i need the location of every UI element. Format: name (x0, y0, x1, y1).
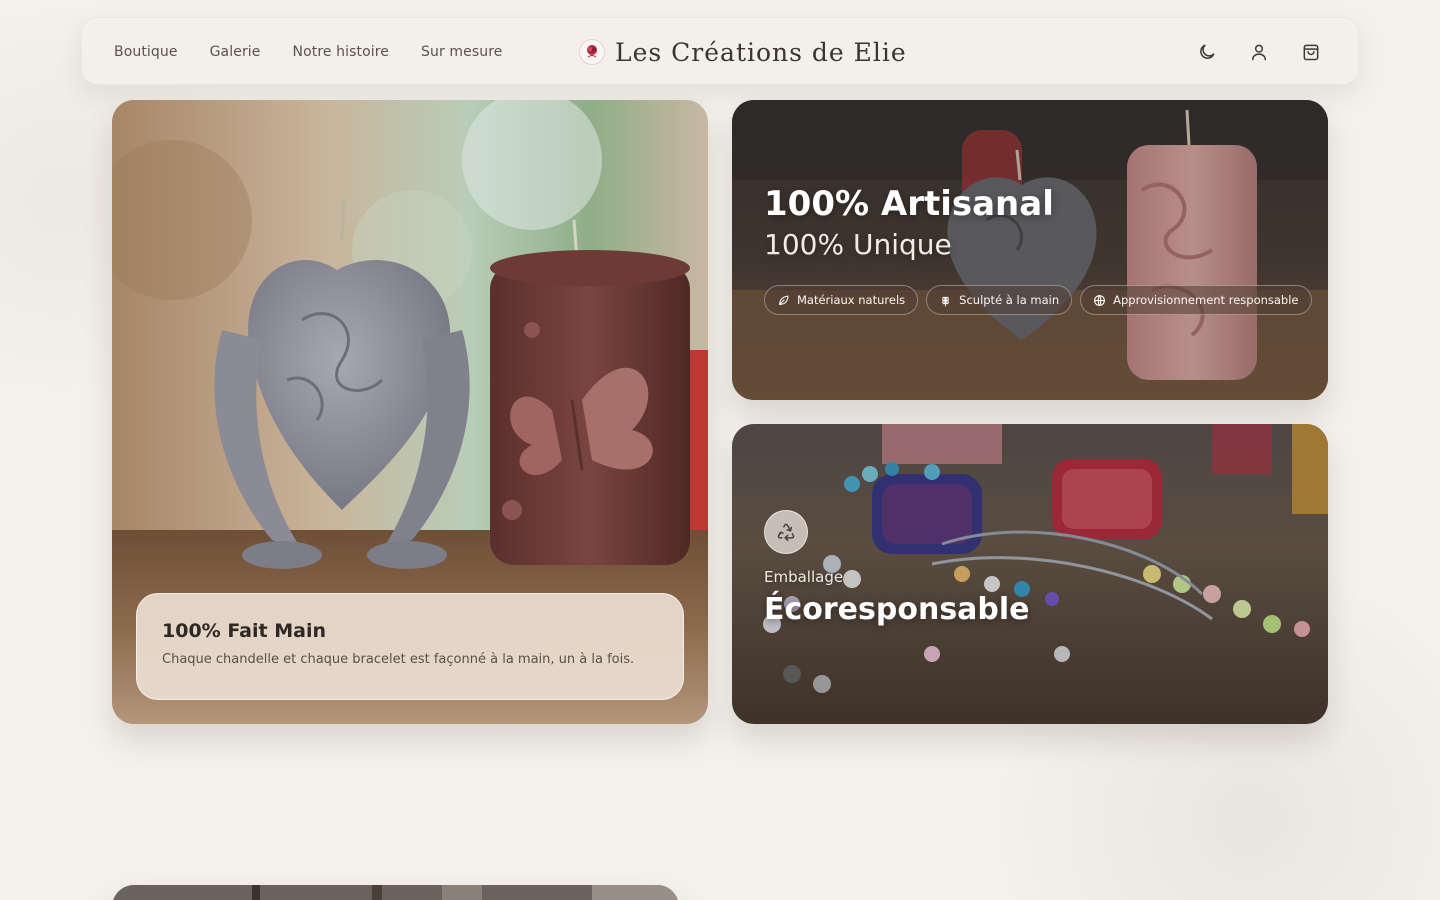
globe-icon (1094, 294, 1106, 306)
brand-logo-icon (579, 39, 605, 65)
user-icon[interactable] (1248, 41, 1270, 63)
nav-link-notre-histoire[interactable]: Notre histoire (293, 44, 390, 60)
nav-link-sur-mesure[interactable]: Sur mesure (421, 44, 502, 60)
nav-link-galerie[interactable]: Galerie (210, 44, 261, 60)
feature-badges: Matériaux naturels Sculpté à la main App… (764, 285, 1312, 315)
badge-responsible-sourcing-label: Approvisionnement responsable (1113, 293, 1299, 307)
packaging-kicker: Emballage (764, 568, 844, 586)
badge-hand-sculpted: Sculpté à la main (926, 285, 1073, 315)
brand[interactable]: Les Créations de Elie (579, 18, 907, 86)
handmade-title: 100% Fait Main (162, 620, 326, 642)
top-navbar: Boutique Galerie Notre histoire Sur mesu… (81, 17, 1359, 85)
brand-name: Les Créations de Elie (615, 37, 907, 67)
badge-responsible-sourcing: Approvisionnement responsable (1080, 285, 1312, 315)
leaf-icon (779, 295, 789, 305)
handmade-description: Chaque chandelle et chaque bracelet est … (162, 652, 635, 667)
nav-actions (1196, 18, 1322, 86)
handmade-info-panel: 100% Fait Main Chaque chandelle et chaqu… (136, 593, 684, 700)
moon-icon[interactable] (1196, 41, 1218, 63)
artisanal-title: 100% Artisanal (764, 184, 1054, 224)
next-section-card[interactable] (112, 885, 679, 900)
nav-link-boutique[interactable]: Boutique (114, 44, 178, 60)
recycle-icon (764, 510, 808, 554)
eco-packaging-card[interactable]: Emballage Écoresponsable (732, 424, 1328, 724)
wheat-icon (942, 296, 949, 306)
badge-natural-materials: Matériaux naturels (764, 285, 919, 315)
main-nav: Boutique Galerie Notre histoire Sur mesu… (114, 18, 502, 86)
badge-hand-sculpted-label: Sculpté à la main (959, 293, 1060, 307)
artisanal-subtitle: 100% Unique (764, 228, 952, 261)
shopping-bag-icon[interactable] (1300, 41, 1322, 63)
badge-natural-materials-label: Matériaux naturels (797, 293, 906, 307)
packaging-title: Écoresponsable (764, 592, 1030, 627)
next-section-photo (112, 885, 679, 900)
handmade-card[interactable]: 100% Fait Main Chaque chandelle et chaqu… (112, 100, 708, 724)
artisanal-card[interactable]: 100% Artisanal 100% Unique Matériaux nat… (732, 100, 1328, 400)
